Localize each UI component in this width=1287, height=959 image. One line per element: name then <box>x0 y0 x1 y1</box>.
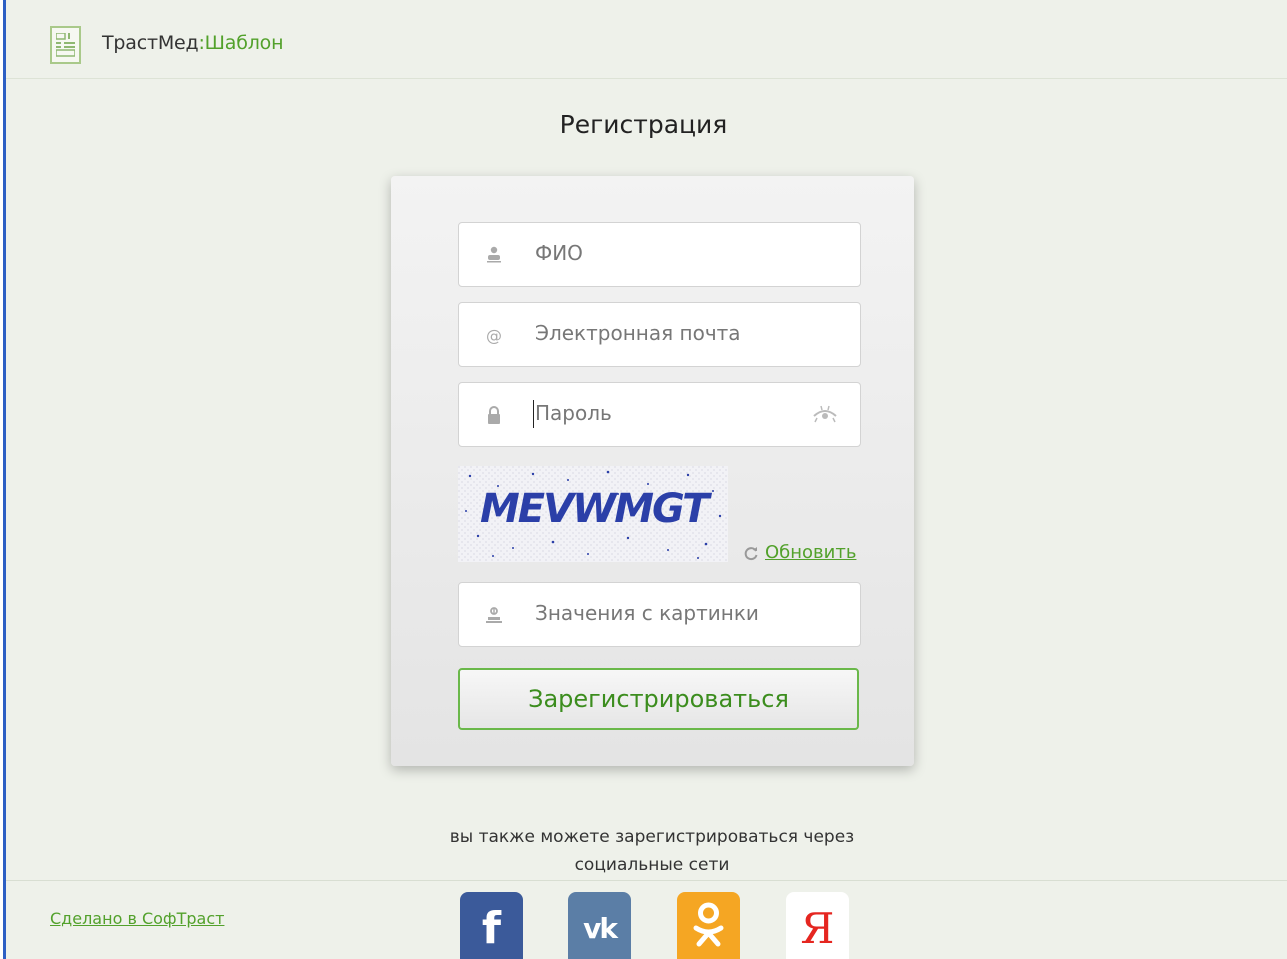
eye-toggle-icon[interactable] <box>812 404 838 424</box>
refresh-label[interactable]: Обновить <box>765 542 856 563</box>
at-icon: @ <box>486 326 502 345</box>
svg-text:@: @ <box>486 326 502 345</box>
email-placeholder: Электронная почта <box>535 321 741 345</box>
user-icon <box>487 246 501 263</box>
refresh-captcha-button[interactable]: Обновить <box>743 542 856 563</box>
brand-name: ТрастМед <box>102 32 199 54</box>
social-prompt: вы также можете зарегистрироваться через… <box>0 823 1287 879</box>
captcha-input[interactable]: Значения с картинки <box>458 582 861 647</box>
refresh-icon <box>744 546 758 560</box>
captcha-placeholder: Значения с картинки <box>535 601 759 625</box>
full-name-placeholder: ФИО <box>535 241 583 265</box>
captcha-image: MEVWMGT <box>458 466 728 562</box>
social-prompt-line2: социальные сети <box>574 855 730 875</box>
captcha-icon <box>486 607 502 623</box>
register-button[interactable]: Зарегистрироваться <box>458 668 859 730</box>
social-prompt-line1: вы также можете зарегистрироваться через <box>449 827 855 847</box>
text-cursor <box>533 400 534 428</box>
brand-title[interactable]: ТрастМед:Шаблон <box>102 32 284 54</box>
facebook-icon: f <box>481 903 502 954</box>
password-field[interactable]: Пароль <box>458 382 861 447</box>
registration-card: ФИО @ Электронная почта Пароль MEVWMGT О… <box>391 176 914 766</box>
brand-suffix: :Шаблон <box>198 32 284 54</box>
yandex-icon: Я <box>800 904 835 953</box>
email-field[interactable]: @ Электронная почта <box>458 302 861 367</box>
vkontakte-button[interactable]: vk <box>568 892 631 959</box>
window-edge <box>0 0 6 959</box>
made-in-link[interactable]: Сделано в СофТраст <box>50 909 224 928</box>
footer-divider <box>6 880 1287 881</box>
lock-icon <box>488 406 500 424</box>
odnoklassniki-icon <box>693 902 724 947</box>
odnoklassniki-button[interactable] <box>677 892 740 959</box>
password-placeholder: Пароль <box>535 401 612 425</box>
yandex-button[interactable]: Я <box>786 892 849 959</box>
page-title: Регистрация <box>559 110 728 139</box>
captcha-text: MEVWMGT <box>480 486 712 532</box>
vk-icon: vk <box>583 912 618 945</box>
full-name-field[interactable]: ФИО <box>458 222 861 287</box>
logo-icon[interactable] <box>50 26 81 64</box>
header: ТрастМед:Шаблон <box>6 0 1287 79</box>
facebook-button[interactable]: f <box>460 892 523 959</box>
